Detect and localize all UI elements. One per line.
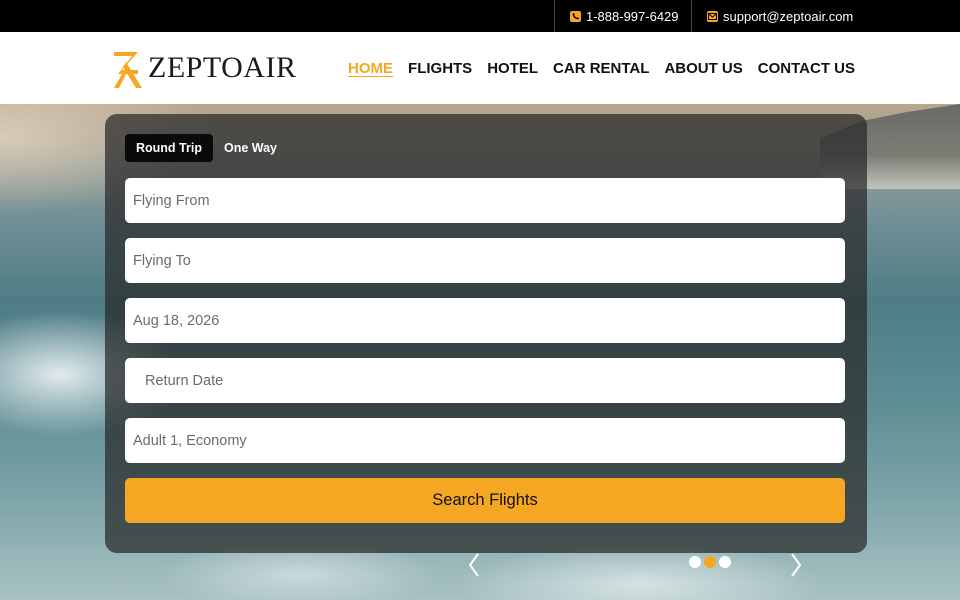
chevron-left-icon[interactable]: [465, 550, 485, 580]
nav-contact-us[interactable]: CONTACT US: [758, 60, 855, 77]
top-contact-bar: 1-888-997-6429 support@zeptoair.com: [0, 0, 960, 32]
trip-type-tabs: Round Trip One Way: [125, 134, 288, 162]
flight-search-panel: Round Trip One Way Flying From Flying To…: [105, 114, 867, 553]
flying-from-placeholder: Flying From: [133, 192, 210, 209]
tab-round-trip[interactable]: Round Trip: [125, 134, 213, 162]
carousel-indicators: [689, 556, 731, 568]
passengers-select[interactable]: Adult 1, Economy: [125, 418, 845, 463]
carousel-dot[interactable]: [689, 556, 701, 568]
nav-flights[interactable]: FLIGHTS: [408, 60, 472, 77]
carousel-dot[interactable]: [719, 556, 731, 568]
passengers-value: Adult 1, Economy: [133, 432, 247, 449]
phone-number: 1-888-997-6429: [586, 8, 679, 24]
chevron-right-icon[interactable]: [785, 550, 805, 580]
logo[interactable]: ZEPTOAIR: [112, 46, 296, 90]
nav-home[interactable]: HOME: [348, 60, 393, 77]
brand-name: ZEPTOAIR: [148, 51, 297, 84]
topbar-divider: [554, 0, 555, 32]
carousel-dot-active[interactable]: [704, 556, 716, 568]
nav-about-us[interactable]: ABOUT US: [664, 60, 742, 77]
envelope-icon: [707, 10, 718, 22]
site-header: ZEPTOAIR HOME FLIGHTS HOTEL CAR RENTAL A…: [0, 32, 960, 104]
flying-to-placeholder: Flying To: [133, 252, 191, 269]
search-flights-button[interactable]: Search Flights: [125, 478, 845, 523]
phone-icon: [570, 10, 581, 22]
topbar-divider: [691, 0, 692, 32]
phone-contact[interactable]: 1-888-997-6429: [570, 0, 679, 32]
tab-one-way[interactable]: One Way: [213, 134, 288, 162]
hero-banner: Round Trip One Way Flying From Flying To…: [0, 104, 960, 600]
email-address: support@zeptoair.com: [723, 8, 854, 24]
depart-date-value: Aug 18, 2026: [133, 312, 220, 329]
flying-from-input[interactable]: Flying From: [125, 178, 845, 223]
zeptoair-logo-mark-icon: [114, 52, 142, 88]
nav-hotel[interactable]: HOTEL: [487, 60, 538, 77]
return-date-placeholder: Return Date: [145, 372, 224, 389]
email-contact[interactable]: support@zeptoair.com: [707, 0, 853, 32]
return-date-input[interactable]: Return Date: [125, 358, 845, 403]
main-nav: HOME FLIGHTS HOTEL CAR RENTAL ABOUT US C…: [348, 32, 855, 104]
flying-to-input[interactable]: Flying To: [125, 238, 845, 283]
depart-date-input[interactable]: Aug 18, 2026: [125, 298, 845, 343]
nav-car-rental[interactable]: CAR RENTAL: [553, 60, 649, 77]
